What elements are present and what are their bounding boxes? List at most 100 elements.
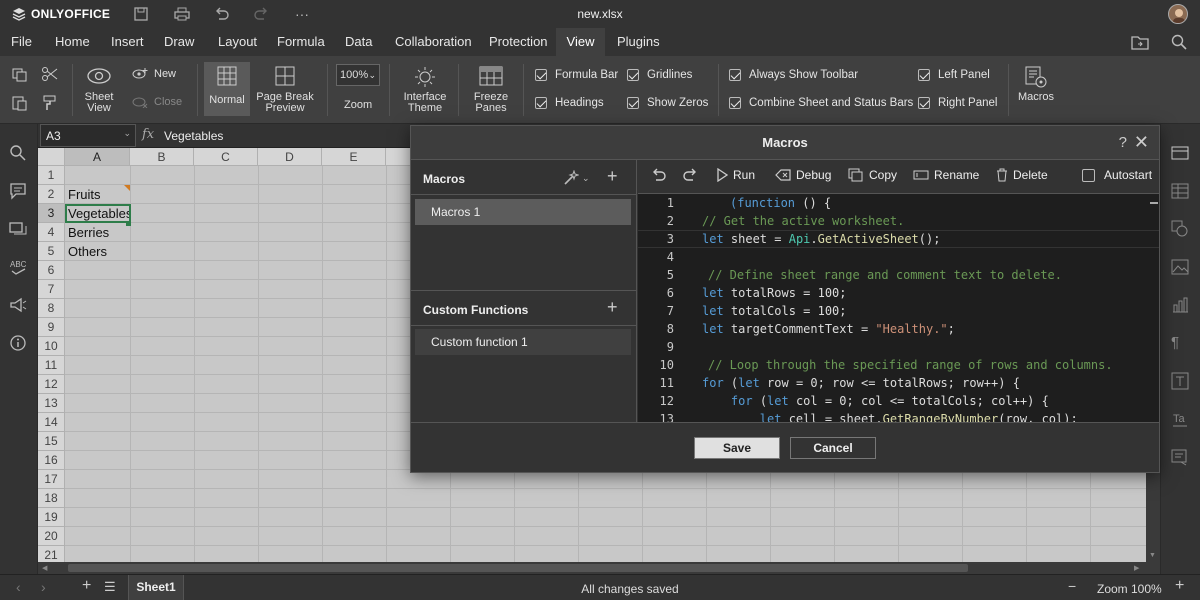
table-settings-icon[interactable] [1171, 182, 1189, 200]
menu-formula[interactable]: Formula [271, 28, 331, 56]
comment-icon[interactable] [9, 182, 29, 202]
left-panel-checkbox[interactable]: Left Panel [918, 69, 990, 81]
cell-a4[interactable]: Berries [65, 223, 109, 242]
shape-settings-icon[interactable] [1171, 220, 1189, 238]
column-header[interactable]: A [65, 148, 130, 166]
always-show-toolbar-checkbox[interactable]: Always Show Toolbar [729, 69, 858, 81]
checkbox[interactable] [729, 69, 741, 81]
row-header[interactable]: 7 [38, 280, 65, 299]
horizontal-scrollbar[interactable]: ◀ ▶ [38, 562, 1160, 574]
signature-icon[interactable] [1171, 448, 1189, 466]
scroll-thumb[interactable] [68, 564, 968, 572]
copy-button[interactable]: Copy [848, 168, 897, 182]
page-break-preview-button[interactable]: Page Break Preview [254, 66, 316, 114]
menu-collaboration[interactable]: Collaboration [389, 28, 478, 56]
search-icon[interactable] [9, 144, 29, 164]
cancel-button[interactable]: Cancel [790, 437, 876, 459]
comment-indicator[interactable] [124, 185, 130, 191]
row-header[interactable]: 18 [38, 489, 65, 508]
row-header[interactable]: 12 [38, 375, 65, 394]
undo-icon[interactable] [651, 168, 667, 185]
checkbox[interactable] [627, 69, 639, 81]
macro-item[interactable]: Macros 1 [415, 199, 631, 225]
info-icon[interactable] [9, 334, 29, 354]
debug-button[interactable]: Debug [775, 168, 831, 182]
show-zeros-checkbox[interactable]: Show Zeros [627, 97, 708, 109]
macros-button[interactable]: Macros [1014, 66, 1058, 103]
open-location-icon[interactable] [1131, 34, 1149, 53]
right-panel-checkbox[interactable]: Right Panel [918, 97, 997, 109]
checkbox[interactable] [918, 69, 930, 81]
select-all-corner[interactable] [38, 148, 65, 166]
checkbox[interactable] [535, 69, 547, 81]
code-scrollbar-thumb[interactable] [1150, 202, 1158, 204]
column-header[interactable]: C [194, 148, 258, 166]
help-icon[interactable]: ? [1119, 126, 1127, 160]
checkbox[interactable] [918, 97, 930, 109]
menu-draw[interactable]: Draw [158, 28, 200, 56]
add-function-icon[interactable]: + [607, 297, 618, 318]
format-painter-icon[interactable] [42, 95, 58, 114]
combine-bars-checkbox[interactable]: Combine Sheet and Status Bars [729, 97, 913, 109]
row-header[interactable]: 14 [38, 413, 65, 432]
formula-input[interactable]: Vegetables [164, 129, 223, 143]
row-header[interactable]: 21 [38, 546, 65, 562]
freeze-panes-button[interactable]: Freeze Panes [466, 66, 516, 114]
zoom-out-icon[interactable]: − [1068, 578, 1076, 594]
sheet-view-button[interactable]: Sheet View [78, 66, 120, 114]
scroll-left-icon[interactable]: ◀ [42, 564, 48, 572]
normal-view-button[interactable]: Normal [204, 62, 250, 116]
spellcheck-icon[interactable]: ABC [9, 258, 29, 278]
menu-view[interactable]: View [556, 28, 605, 56]
chart-settings-icon[interactable] [1171, 296, 1189, 314]
name-box[interactable]: A3 ⌄ [40, 124, 136, 147]
image-settings-icon[interactable] [1171, 258, 1189, 276]
search-icon[interactable] [1171, 34, 1187, 53]
save-button[interactable]: Save [694, 437, 780, 459]
menu-insert[interactable]: Insert [105, 28, 150, 56]
new-view-button[interactable]: New [132, 68, 176, 80]
zoom-select[interactable]: 100% ⌄ [336, 64, 380, 86]
menu-data[interactable]: Data [339, 28, 378, 56]
rename-button[interactable]: Rename [913, 168, 979, 182]
run-button[interactable]: Run [716, 168, 755, 182]
row-header[interactable]: 19 [38, 508, 65, 527]
scroll-down-icon[interactable]: ▼ [1149, 552, 1156, 559]
headings-checkbox[interactable]: Headings [535, 97, 604, 109]
text-settings-icon[interactable]: Ta [1171, 410, 1189, 428]
interface-theme-button[interactable]: Interface Theme [400, 66, 450, 114]
autostart-checkbox[interactable]: Autostart [1082, 168, 1152, 182]
function-icon[interactable]: fx [142, 127, 154, 142]
zoom-in-icon[interactable]: + [1175, 577, 1184, 595]
row-header[interactable]: 13 [38, 394, 65, 413]
row-header[interactable]: 5 [38, 242, 65, 261]
cell-a5[interactable]: Others [65, 242, 107, 261]
fill-handle[interactable] [126, 221, 131, 226]
row-header[interactable]: 3 [38, 204, 65, 223]
column-header[interactable]: D [258, 148, 322, 166]
add-macro-icon[interactable]: + [607, 166, 618, 187]
cell-a3-selected[interactable]: Vegetables [65, 204, 131, 223]
checkbox[interactable] [627, 97, 639, 109]
chat-icon[interactable] [9, 220, 29, 240]
gridlines-checkbox[interactable]: Gridlines [627, 69, 692, 81]
paragraph-settings-icon[interactable]: ¶ [1171, 334, 1189, 352]
text-art-icon[interactable] [1171, 372, 1189, 390]
row-header[interactable]: 8 [38, 299, 65, 318]
row-header[interactable]: 16 [38, 451, 65, 470]
row-header[interactable]: 4 [38, 223, 65, 242]
close-icon[interactable]: ✕ [1134, 125, 1149, 159]
checkbox[interactable] [1082, 168, 1095, 182]
menu-plugins[interactable]: Plugins [611, 28, 666, 56]
record-macro-button[interactable]: ⌄ [563, 170, 590, 186]
menu-layout[interactable]: Layout [212, 28, 263, 56]
cell-settings-icon[interactable] [1171, 144, 1189, 162]
copy-icon[interactable] [12, 68, 28, 85]
avatar[interactable] [1168, 4, 1188, 24]
checkbox[interactable] [729, 97, 741, 109]
row-header[interactable]: 15 [38, 432, 65, 451]
row-header[interactable]: 11 [38, 356, 65, 375]
row-header[interactable]: 20 [38, 527, 65, 546]
redo-icon[interactable] [682, 168, 698, 185]
menu-protection[interactable]: Protection [483, 28, 554, 56]
